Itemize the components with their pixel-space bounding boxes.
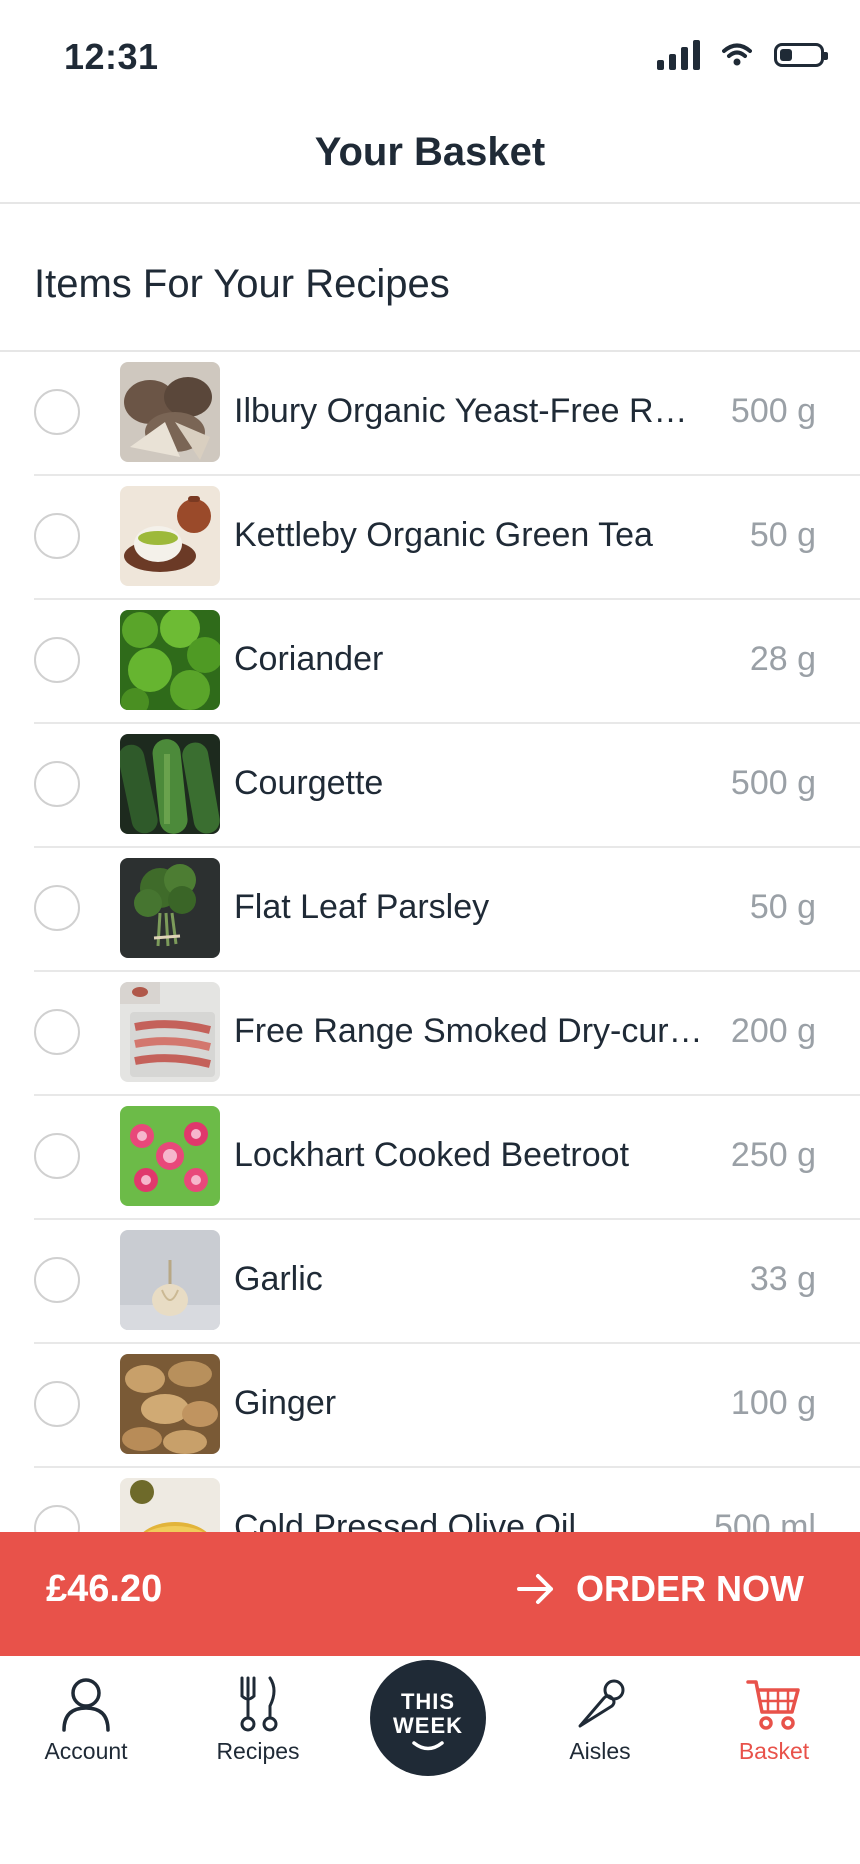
basket-item[interactable]: Kettleby Organic Green Tea 50 g xyxy=(0,476,860,600)
item-checkbox[interactable] xyxy=(34,1133,80,1179)
item-quantity: 100 g xyxy=(730,1384,816,1422)
arrow-right-icon xyxy=(517,1574,553,1604)
item-thumbnail-garlic xyxy=(120,1230,220,1330)
item-thumbnail-green-tea xyxy=(120,486,220,586)
basket-total-price: £46.20 xyxy=(46,1568,163,1610)
item-checkbox[interactable] xyxy=(34,885,80,931)
this-week-line2: WEEK xyxy=(393,1713,463,1738)
item-quantity: 500 g xyxy=(730,764,816,802)
item-quantity: 50 g xyxy=(749,516,816,554)
basket-item[interactable]: Ilbury Organic Yeast-Free Ry… 500 g xyxy=(0,352,860,476)
item-name: Ilbury Organic Yeast-Free Ry… xyxy=(234,392,704,430)
item-quantity: 28 g xyxy=(749,640,816,678)
item-checkbox[interactable] xyxy=(34,513,80,559)
section-header: Items For Your Recipes xyxy=(0,204,860,352)
basket-item[interactable]: Lockhart Cooked Beetroot 250 g xyxy=(0,1096,860,1220)
tab-basket[interactable]: Basket xyxy=(709,1676,839,1765)
status-bar: 12:31 xyxy=(0,0,860,100)
battery-icon xyxy=(774,43,828,67)
status-icons xyxy=(657,38,828,72)
order-now-button[interactable]: ORDER NOW xyxy=(516,1568,804,1610)
item-thumbnail-bacon xyxy=(120,982,220,1082)
basket-item[interactable]: Garlic 33 g xyxy=(0,1220,860,1344)
basket-item[interactable]: Free Range Smoked Dry-cur… 200 g xyxy=(0,972,860,1096)
item-thumbnail-coriander xyxy=(120,610,220,710)
item-name: Garlic xyxy=(234,1260,323,1298)
page-title: Your Basket xyxy=(314,130,546,174)
item-checkbox[interactable] xyxy=(34,1257,80,1303)
carrot-icon xyxy=(578,1679,625,1728)
item-name: Free Range Smoked Dry-cur… xyxy=(234,1012,703,1050)
fork-knife-icon xyxy=(240,1676,278,1732)
smile-icon xyxy=(412,1741,444,1751)
item-thumbnail-ginger xyxy=(120,1354,220,1454)
nav-header: Your Basket xyxy=(0,100,860,204)
person-icon xyxy=(62,1678,110,1732)
item-checkbox[interactable] xyxy=(34,1009,80,1055)
item-name: Cold Pressed Olive Oil xyxy=(234,1508,577,1532)
basket-item[interactable]: Cold Pressed Olive Oil 500 ml xyxy=(0,1468,860,1532)
item-quantity: 500 ml xyxy=(713,1508,816,1532)
tab-account-label: Account xyxy=(44,1738,128,1764)
order-now-label: ORDER NOW xyxy=(576,1568,804,1609)
item-name: Lockhart Cooked Beetroot xyxy=(234,1136,630,1174)
tab-aisles-label: Aisles xyxy=(569,1738,631,1764)
tab-account[interactable]: Account xyxy=(21,1676,151,1765)
basket-item[interactable]: Flat Leaf Parsley 50 g xyxy=(0,848,860,972)
basket-item[interactable]: Courgette 500 g xyxy=(0,724,860,848)
basket-item[interactable]: Ginger 100 g xyxy=(0,1344,860,1468)
item-name: Kettleby Organic Green Tea xyxy=(234,516,653,554)
item-thumbnail-courgette xyxy=(120,734,220,834)
tab-aisles[interactable]: Aisles xyxy=(535,1676,665,1765)
item-name: Courgette xyxy=(234,764,384,802)
item-quantity: 500 g xyxy=(730,392,816,430)
item-quantity: 50 g xyxy=(749,888,816,926)
basket-item-list[interactable]: Ilbury Organic Yeast-Free Ry… 500 g Kett… xyxy=(0,352,860,1532)
item-name: Ginger xyxy=(234,1384,337,1422)
item-thumbnail-beetroot xyxy=(120,1106,220,1206)
cellular-signal-icon xyxy=(657,40,700,70)
item-thumbnail-parsley xyxy=(120,858,220,958)
item-quantity: 200 g xyxy=(730,1012,816,1050)
item-quantity: 33 g xyxy=(749,1260,816,1298)
shopping-cart-icon xyxy=(746,1680,800,1730)
basket-item[interactable]: Coriander 28 g xyxy=(0,600,860,724)
item-name: Flat Leaf Parsley xyxy=(234,888,490,926)
item-checkbox[interactable] xyxy=(34,761,80,807)
tab-recipes[interactable]: Recipes xyxy=(193,1676,323,1765)
tab-bar: Account Recipes THIS WEEK Aisles Basket xyxy=(0,1656,860,1864)
section-title: Items For Your Recipes xyxy=(34,262,450,306)
item-thumbnail-rye-bread xyxy=(120,362,220,462)
item-thumbnail-olive-oil xyxy=(120,1478,220,1532)
wifi-icon xyxy=(722,43,752,66)
this-week-button[interactable]: THIS WEEK xyxy=(370,1660,486,1776)
item-checkbox[interactable] xyxy=(34,1381,80,1427)
item-name: Coriander xyxy=(234,640,384,678)
item-checkbox[interactable] xyxy=(34,1505,80,1532)
tab-recipes-label: Recipes xyxy=(216,1738,300,1764)
item-checkbox[interactable] xyxy=(34,637,80,683)
status-time: 12:31 xyxy=(64,36,159,77)
item-quantity: 250 g xyxy=(730,1136,816,1174)
order-bar[interactable]: £46.20 ORDER NOW xyxy=(0,1532,860,1656)
this-week-line1: THIS xyxy=(400,1689,456,1714)
item-checkbox[interactable] xyxy=(34,389,80,435)
tab-basket-label: Basket xyxy=(738,1738,810,1764)
